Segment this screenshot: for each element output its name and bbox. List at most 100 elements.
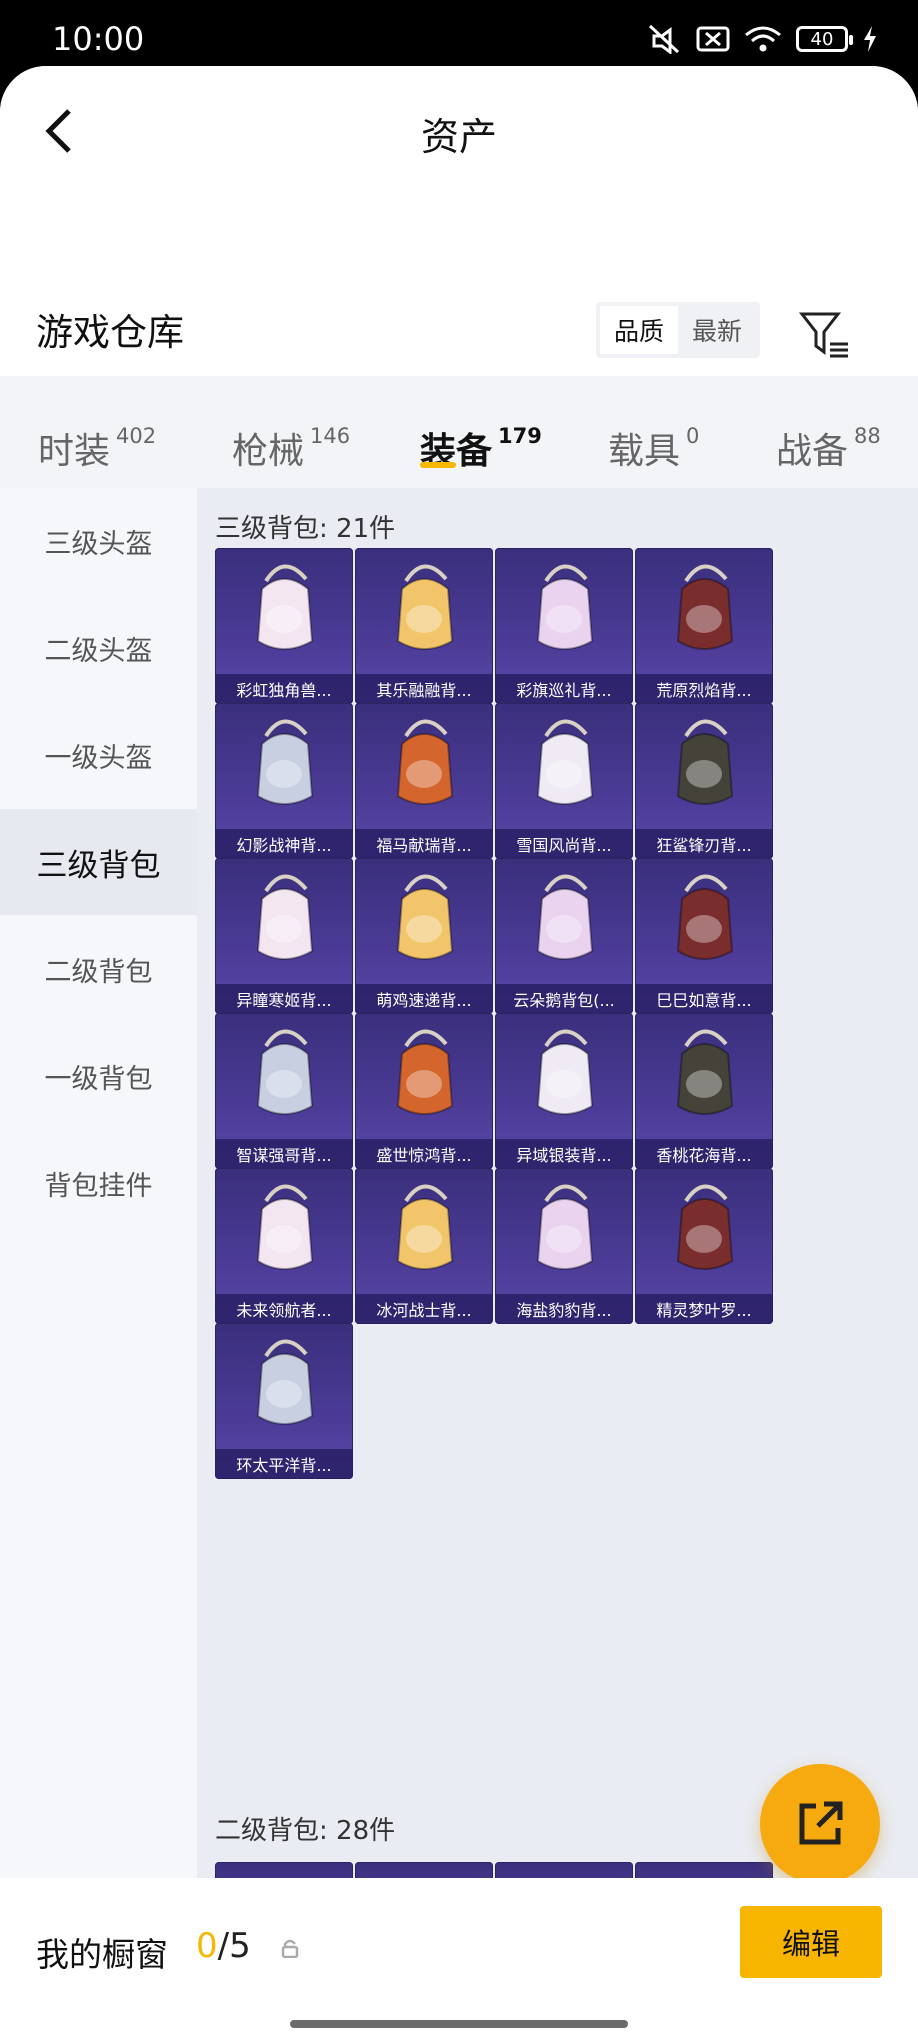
tab-count: 88 bbox=[854, 424, 881, 448]
lock-icon bbox=[281, 1939, 299, 1958]
tab-vehicles[interactable]: 载具 0 bbox=[608, 422, 699, 474]
filter-icon bbox=[798, 312, 848, 358]
backpack-name: 盛世惊鸿背... bbox=[355, 1139, 493, 1169]
edit-button[interactable]: 编辑 bbox=[740, 1906, 882, 1978]
backpack-image bbox=[635, 1013, 773, 1139]
backpack-name: 彩旗巡礼背... bbox=[495, 674, 633, 704]
tab-firearms[interactable]: 枪械 146 bbox=[232, 422, 350, 474]
sort-toggle: 品质 最新 bbox=[596, 302, 760, 358]
bottom-bar: 我的橱窗 0/5 编辑 bbox=[0, 1878, 918, 2040]
tab-fashion[interactable]: 时装 402 bbox=[38, 422, 156, 474]
sidebar-item-helmet-2[interactable]: 二级头盔 bbox=[0, 595, 197, 701]
status-icons: 40 bbox=[648, 24, 878, 54]
backpack-image bbox=[495, 1013, 633, 1139]
page-title: 资产 bbox=[420, 115, 497, 159]
no-sim-icon bbox=[696, 26, 730, 52]
showcase-current: 0 bbox=[196, 1926, 218, 1966]
backpack-card[interactable]: 雪国风尚背... bbox=[495, 703, 633, 859]
backpack-name: 香桃花海背... bbox=[635, 1139, 773, 1169]
category-tabs: 时装 402 枪械 146 装备 179 载具 0 战备 88 bbox=[0, 378, 918, 488]
sidebar-item-helmet-1[interactable]: 一级头盔 bbox=[0, 702, 197, 808]
battery-level: 40 bbox=[810, 28, 834, 50]
filter-button[interactable] bbox=[798, 308, 852, 362]
backpack-card[interactable]: 精灵梦叶罗... bbox=[635, 1168, 773, 1324]
backpack-image bbox=[355, 1013, 493, 1139]
backpack-name: 未来领航者... bbox=[215, 1294, 353, 1324]
backpack-image bbox=[355, 858, 493, 984]
showcase-total: /5 bbox=[217, 1926, 251, 1966]
share-button[interactable] bbox=[760, 1764, 880, 1884]
backpack-name: 海盐豹豹背... bbox=[495, 1294, 633, 1324]
backpack-name: 异域银装背... bbox=[495, 1139, 633, 1169]
sidebar-item-helmet-3[interactable]: 三级头盔 bbox=[0, 488, 197, 594]
sidebar-item-backpack-charm[interactable]: 背包挂件 bbox=[0, 1130, 197, 1236]
backpack-card[interactable]: 冰河战士背... bbox=[355, 1168, 493, 1324]
active-tab-indicator bbox=[420, 462, 456, 468]
backpack-image bbox=[215, 703, 353, 829]
sidebar-item-backpack-3[interactable]: 三级背包 bbox=[0, 809, 197, 915]
wifi-icon bbox=[745, 26, 781, 52]
backpack-name: 幻影战神背... bbox=[215, 829, 353, 859]
backpack-card[interactable]: 福马献瑞背... bbox=[355, 703, 493, 859]
backpack-name: 环太平洋背... bbox=[215, 1449, 353, 1479]
status-time: 10:00 bbox=[52, 20, 145, 58]
tab-count: 146 bbox=[310, 424, 351, 448]
showcase-label: 我的橱窗 bbox=[36, 1935, 168, 1974]
backpack-card[interactable]: 盛世惊鸿背... bbox=[355, 1013, 493, 1169]
backpack-card[interactable]: 智谋强哥背... bbox=[215, 1013, 353, 1169]
backpack-name: 雪国风尚背... bbox=[495, 829, 633, 859]
sidebar-item-backpack-2[interactable]: 二级背包 bbox=[0, 916, 197, 1022]
backpack-card[interactable]: 巳巳如意背... bbox=[635, 858, 773, 1014]
backpack-card[interactable]: 云朵鹅背包(... bbox=[495, 858, 633, 1014]
sort-quality-button[interactable]: 品质 bbox=[600, 306, 678, 354]
sort-newest-button[interactable]: 最新 bbox=[678, 306, 756, 354]
tab-supplies[interactable]: 战备 88 bbox=[776, 422, 881, 474]
backpack-card[interactable]: 荒原烈焰背... bbox=[635, 548, 773, 704]
backpack-card[interactable]: 彩旗巡礼背... bbox=[495, 548, 633, 704]
backpack-name: 异瞳寒姬背... bbox=[215, 984, 353, 1014]
tab-count: 402 bbox=[116, 424, 157, 448]
backpack-image bbox=[495, 548, 633, 674]
backpack-card[interactable]: 异瞳寒姬背... bbox=[215, 858, 353, 1014]
home-indicator bbox=[290, 2020, 628, 2028]
backpack-name: 其乐融融背... bbox=[355, 674, 493, 704]
backpack-card[interactable]: 狂鲨锋刃背... bbox=[635, 703, 773, 859]
app-container: 资产 游戏仓库 品质 最新 时装 402 枪械 146 装备 179 载具 0 战备 88… bbox=[0, 66, 918, 2040]
backpack-name: 萌鸡速递背... bbox=[355, 984, 493, 1014]
backpack-image bbox=[355, 703, 493, 829]
backpack-card[interactable]: 香桃花海背... bbox=[635, 1013, 773, 1169]
backpack-name: 荒原烈焰背... bbox=[635, 674, 773, 704]
top-area: 资产 游戏仓库 品质 最新 bbox=[0, 66, 918, 376]
backpack-image bbox=[635, 858, 773, 984]
backpack-card[interactable]: 其乐融融背... bbox=[355, 548, 493, 704]
backpack-name: 智谋强哥背... bbox=[215, 1139, 353, 1169]
backpack-image bbox=[495, 703, 633, 829]
backpack-card[interactable]: 异域银装背... bbox=[495, 1013, 633, 1169]
backpack-card[interactable]: 彩虹独角兽... bbox=[215, 548, 353, 704]
backpack-name: 精灵梦叶罗... bbox=[635, 1294, 773, 1324]
status-bar: 10:00 40 bbox=[0, 0, 918, 70]
backpack-card[interactable]: 未来领航者... bbox=[215, 1168, 353, 1324]
backpack-card[interactable]: 海盐豹豹背... bbox=[495, 1168, 633, 1324]
battery-icon: 40 bbox=[796, 26, 853, 52]
tab-count: 179 bbox=[498, 424, 542, 448]
backpack-image bbox=[635, 548, 773, 674]
charging-icon bbox=[864, 26, 876, 52]
backpack-image bbox=[355, 548, 493, 674]
backpack-name: 冰河战士背... bbox=[355, 1294, 493, 1324]
backpack-image bbox=[495, 858, 633, 984]
backpack-image bbox=[215, 1323, 353, 1449]
backpack-card[interactable]: 幻影战神背... bbox=[215, 703, 353, 859]
sidebar-item-backpack-1[interactable]: 一级背包 bbox=[0, 1023, 197, 1129]
backpack-image bbox=[355, 1168, 493, 1294]
backpack-image bbox=[215, 548, 353, 674]
backpack-image bbox=[215, 1013, 353, 1139]
share-icon bbox=[799, 1801, 843, 1845]
backpack-card[interactable]: 萌鸡速递背... bbox=[355, 858, 493, 1014]
tab-count: 0 bbox=[686, 424, 700, 448]
backpack-card[interactable]: 环太平洋背... bbox=[215, 1323, 353, 1479]
backpack-image bbox=[635, 703, 773, 829]
warehouse-title: 游戏仓库 bbox=[36, 311, 184, 354]
group-header: 三级背包: 21件 bbox=[215, 514, 396, 544]
backpack-name: 福马献瑞背... bbox=[355, 829, 493, 859]
